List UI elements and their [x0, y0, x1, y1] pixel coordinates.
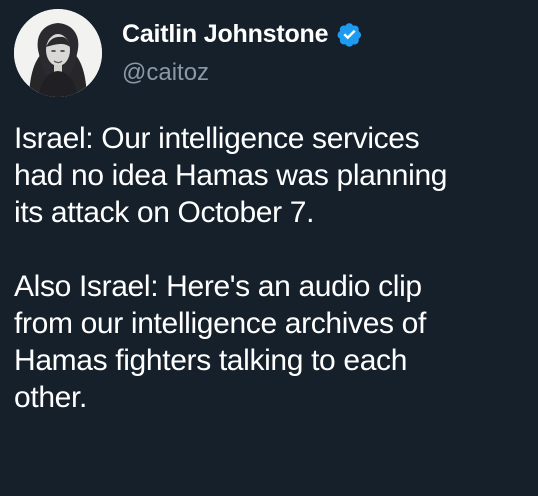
- tweet-text: Israel: Our intelligence services had no…: [14, 120, 529, 416]
- tweet-header: Caitlin Johnstone @caitoz: [14, 8, 363, 98]
- tweet-paragraph-2: Also Israel: Here's an audio clip from o…: [14, 270, 426, 414]
- avatar[interactable]: [14, 9, 102, 97]
- user-info: Caitlin Johnstone @caitoz: [122, 8, 363, 98]
- name-row: Caitlin Johnstone: [122, 20, 363, 49]
- avatar-portrait-icon: [14, 9, 102, 97]
- verified-badge-icon[interactable]: [336, 21, 363, 48]
- display-name[interactable]: Caitlin Johnstone: [122, 20, 329, 49]
- tweet-card: Caitlin Johnstone @caitoz Israel: Our in…: [0, 0, 538, 496]
- user-handle[interactable]: @caitoz: [122, 59, 363, 87]
- tweet-paragraph-1: Israel: Our intelligence services had no…: [14, 122, 448, 229]
